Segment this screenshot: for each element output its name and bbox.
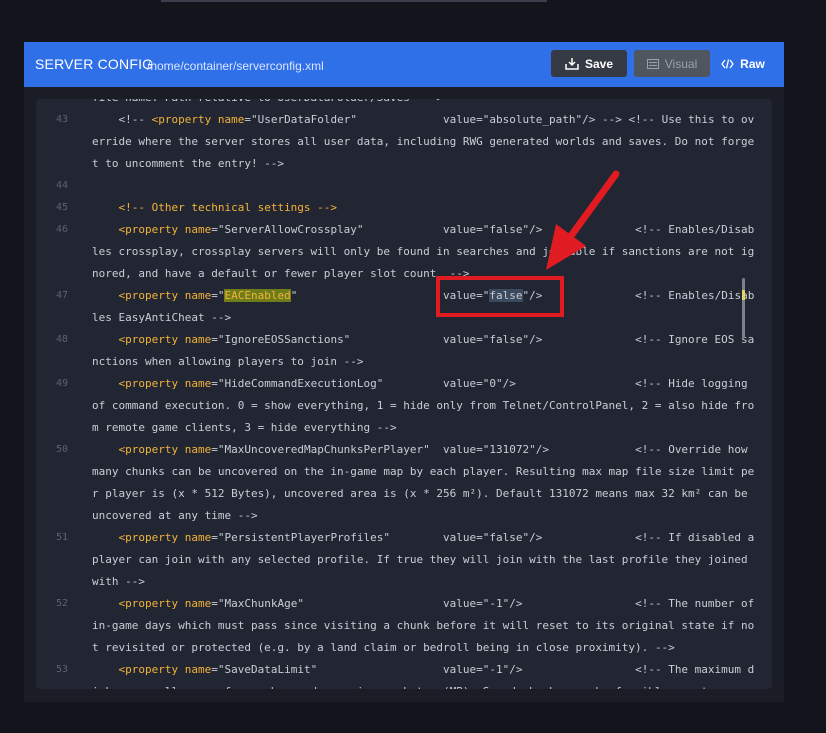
line-text: <property name="PersistentPlayerProfiles… (92, 531, 761, 588)
line-text: <!-- Other technical settings --> (118, 201, 338, 214)
code-icon (721, 58, 734, 69)
line-text: <property name="ServerAllowCrossplay" va… (92, 223, 755, 280)
code-line: file name. Path relative to UserDataFold… (36, 99, 772, 109)
line-number: 52 (56, 598, 69, 609)
code-line: 46 <property name="ServerAllowCrossplay"… (36, 219, 772, 285)
code-lines: file name. Path relative to UserDataFold… (36, 99, 772, 689)
code-line: 51 <property name="PersistentPlayerProfi… (36, 527, 772, 593)
line-number: 44 (56, 180, 69, 191)
panel-title: SERVER CONFIG (35, 56, 154, 72)
save-button-label: Save (584, 56, 614, 71)
line-text: <property name="IgnoreEOSSanctions" valu… (92, 333, 755, 368)
code-line: 45 <!-- Other technical settings --> (36, 197, 772, 219)
code-line: 53 <property name="SaveDataLimit" value=… (36, 659, 772, 689)
visual-icon (646, 58, 659, 69)
code-line: 43 <!-- <property name="UserDataFolder" … (36, 109, 772, 175)
scrollbar-marker (742, 290, 745, 300)
line-text: <property name="MaxChunkAge" value="-1"/… (92, 597, 761, 654)
annotation-arrow-icon (546, 170, 620, 270)
line-text: <property name="EACEnabled" value="false… (92, 289, 755, 324)
panel-header: SERVER CONFIG /home/container/serverconf… (24, 42, 784, 87)
line-number: 46 (56, 224, 69, 235)
line-text: <!-- <property name="UserDataFolder" val… (92, 113, 755, 170)
line-number: 47 (56, 290, 69, 301)
line-text: <property name="HideCommandExecutionLog"… (92, 377, 755, 434)
code-line: 47 <property name="EACEnabled" value="fa… (36, 285, 772, 329)
code-editor[interactable]: file name. Path relative to UserDataFold… (36, 99, 772, 689)
visual-button-label: Visual (664, 56, 698, 71)
line-number: 43 (56, 114, 69, 125)
line-number: 49 (56, 378, 69, 389)
line-text: file name. Path relative to UserDataFold… (92, 99, 760, 109)
line-number: 45 (56, 202, 69, 213)
code-line: 52 <property name="MaxChunkAge" value="-… (36, 593, 772, 659)
top-strip (161, 0, 547, 2)
code-line: 44 (36, 175, 772, 197)
raw-button[interactable]: Raw (715, 50, 771, 77)
code-line: 49 <property name="HideCommandExecutionL… (36, 373, 772, 439)
line-number: 53 (56, 664, 69, 675)
visual-button[interactable]: Visual (634, 50, 710, 77)
line-text: <property name="SaveDataLimit" value="-1… (92, 663, 755, 689)
save-icon (565, 57, 579, 70)
file-path: /home/container/serverconfig.xml (147, 59, 324, 73)
line-number: 50 (56, 444, 69, 455)
code-line: 48 <property name="IgnoreEOSSanctions" v… (36, 329, 772, 373)
code-line: 50 <property name="MaxUncoveredMapChunks… (36, 439, 772, 527)
save-button[interactable]: Save (551, 50, 627, 77)
raw-button-label: Raw (740, 56, 765, 71)
line-number: 51 (56, 532, 69, 543)
line-text (92, 175, 760, 197)
line-text: <property name="MaxUncoveredMapChunksPer… (92, 443, 755, 522)
server-config-panel: SERVER CONFIG /home/container/serverconf… (24, 42, 784, 702)
editor-scrollbar[interactable] (742, 278, 745, 338)
annotation-highlight-box (436, 276, 564, 317)
line-number: 48 (56, 334, 69, 345)
